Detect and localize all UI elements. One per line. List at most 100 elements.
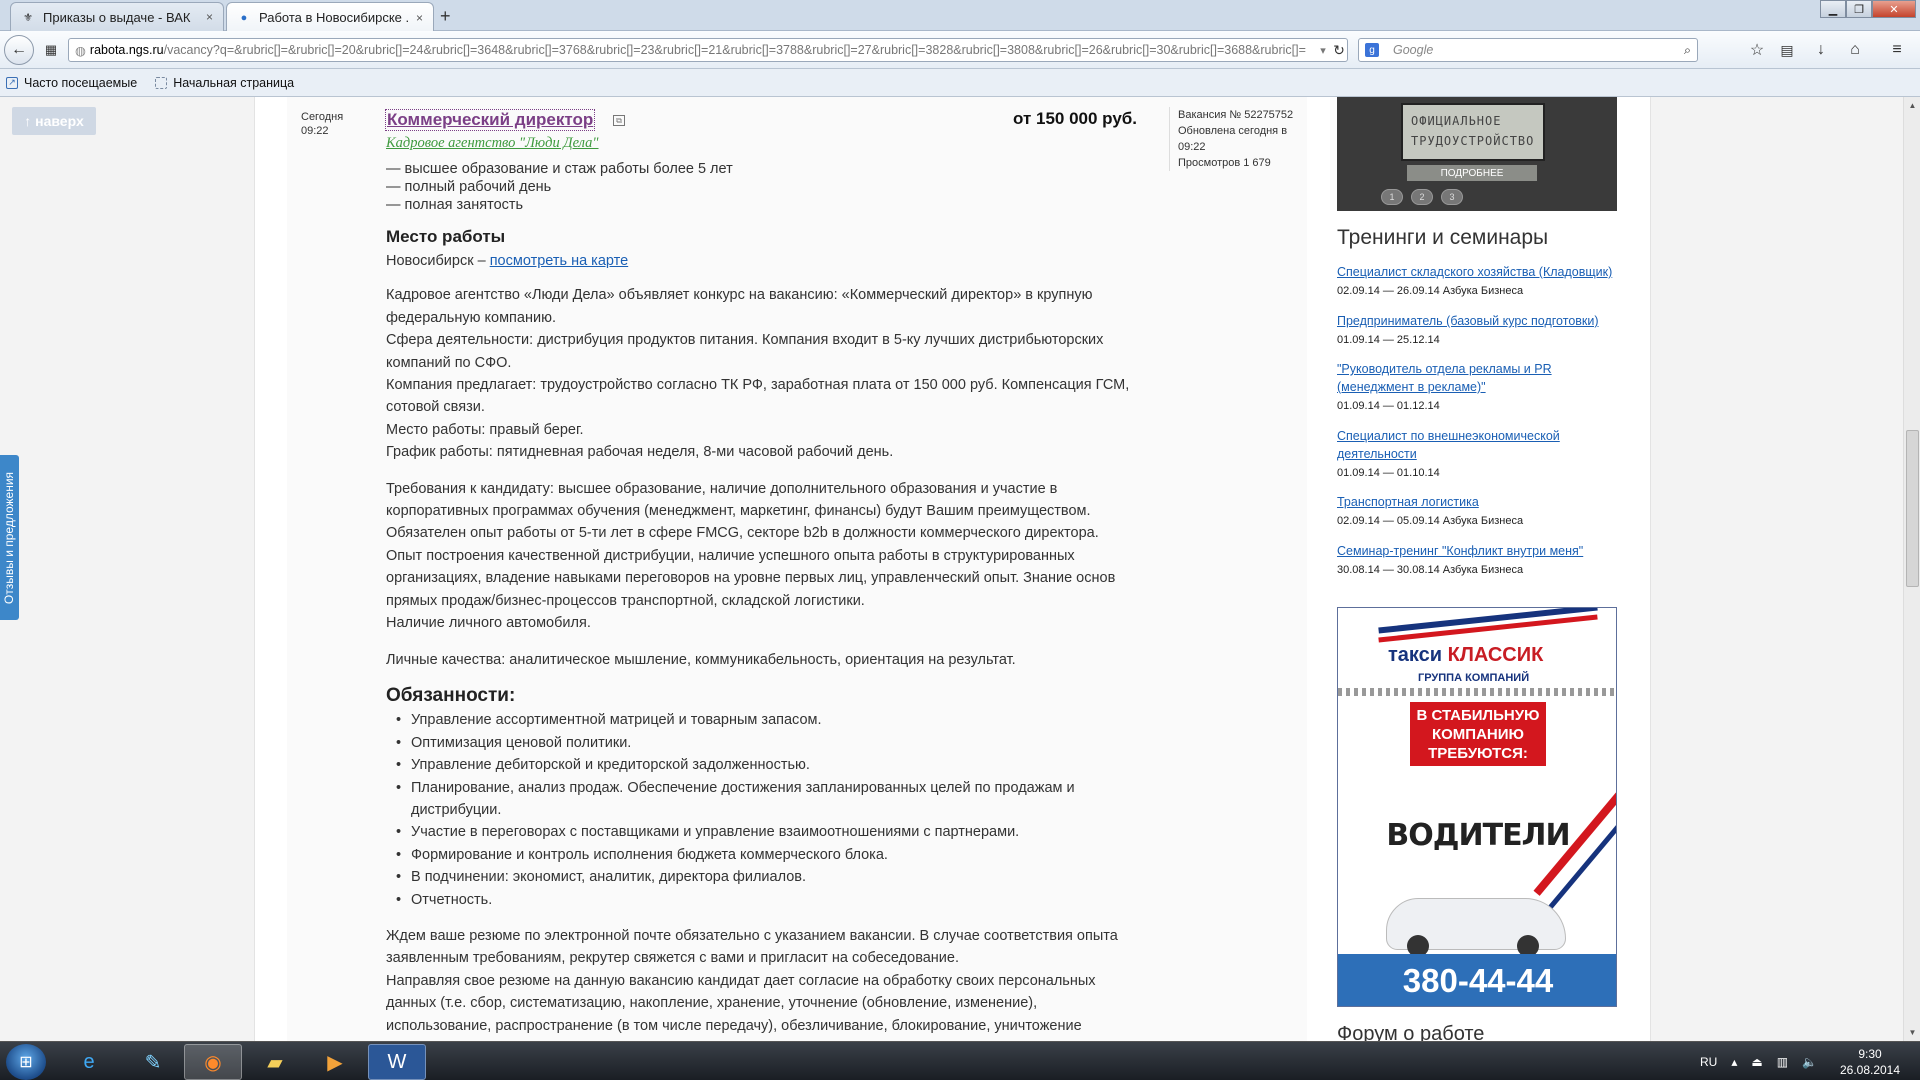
bookmark-star-icon[interactable]: ☆	[1744, 37, 1770, 63]
requirement-item: — высшее образование и стаж работы более…	[386, 161, 733, 177]
search-icon[interactable]: ⌕	[1684, 43, 1691, 58]
checker-strip	[1338, 688, 1616, 696]
banner-more-button[interactable]: ПОДРОБНЕЕ	[1407, 165, 1537, 181]
google-icon: g	[1365, 43, 1379, 57]
workplace-heading: Место работы	[386, 227, 506, 246]
vacancy-description: — высшее образование и стаж работы более…	[386, 160, 1146, 1037]
internet-explorer-icon[interactable]: e	[60, 1044, 118, 1080]
clock[interactable]: 9:30 26.08.2014	[1835, 1046, 1905, 1078]
history-icon[interactable]: ▦	[38, 37, 64, 63]
list-item: Планирование, анализ продаж. Обеспечение…	[396, 777, 1146, 822]
emblem-icon: ⚜	[23, 11, 33, 24]
requirement-item: — полная занятость	[386, 197, 524, 213]
vacancy-title[interactable]: Коммерческий директор	[385, 109, 596, 131]
scroll-up-icon[interactable]: ▲	[1904, 97, 1920, 114]
tab-bar: ⚜ Приказы о выдаче - ВАК × ● Работа в Но…	[0, 0, 1920, 32]
training-link[interactable]: Специалист складского хозяйства (Кладовщ…	[1337, 263, 1617, 281]
right-sidebar: ОФИЦИАЛЬНОЕ ТРУДОУСТРОЙСТВО ПОДРОБНЕЕ 1 …	[1337, 97, 1617, 1041]
requirements-line: Требования к кандидату: высшее образован…	[386, 480, 1091, 520]
language-indicator[interactable]: RU	[1700, 1055, 1717, 1069]
agency-link[interactable]: Кадровое агентство "Люди Дела"	[386, 135, 599, 152]
list-item: Формирование и контроль исполнения бюдже…	[396, 844, 1146, 867]
scrollbar-thumb[interactable]	[1906, 430, 1919, 587]
taxi-red-box: В СТАБИЛЬНУЮ КОМПАНИЮ ТРЕБУЮТСЯ:	[1410, 702, 1546, 766]
feedback-tab[interactable]: Отзывы и предложения	[0, 455, 19, 620]
open-new-window-icon[interactable]: ⧉	[613, 115, 625, 126]
tab-rabota[interactable]: ● Работа в Новосибирске ... ×	[226, 2, 434, 32]
start-button[interactable]: ⊞	[6, 1044, 46, 1080]
address-bar[interactable]: ◍ rabota.ngs.ru /vacancy?q=&rubric[]=&ru…	[68, 38, 1348, 62]
training-link[interactable]: Семинар-тренинг "Конфликт внутри меня"	[1337, 542, 1617, 560]
close-window-button[interactable]: ✕	[1872, 0, 1916, 18]
training-link[interactable]: Транспортная логистика	[1337, 493, 1617, 511]
new-tab-button[interactable]: +	[440, 6, 451, 27]
back-button[interactable]: ←	[4, 35, 34, 65]
folder-icon[interactable]: ▰	[246, 1044, 304, 1080]
network-icon[interactable]: ▥	[1777, 1055, 1788, 1069]
publish-time: 09:22	[301, 125, 329, 137]
vacancy-number: Вакансия № 52275752	[1178, 109, 1294, 121]
reload-icon[interactable]: ↻	[1326, 37, 1352, 63]
close-icon[interactable]: ×	[206, 10, 213, 24]
training-item: Транспортная логистика 02.09.14 — 05.09.…	[1337, 493, 1617, 530]
media-player-icon[interactable]: ▶	[306, 1044, 364, 1080]
taskbar: ⊞ e ✎ ◉ ▰ ▶ W RU ▴ ⏏ ▥ 🔈 9:30 26.08.2014	[0, 1041, 1920, 1080]
firefox-icon[interactable]: ◉	[184, 1044, 242, 1080]
scroll-down-icon[interactable]: ▼	[1904, 1024, 1920, 1041]
banner-text: ТРУДОУСТРОЙСТВО	[1411, 134, 1535, 148]
tab-title: Работа в Новосибирске ...	[259, 10, 408, 25]
volume-icon[interactable]: 🔈	[1802, 1055, 1817, 1069]
intro-line: Компания предлагает: трудоустройство сог…	[386, 377, 1130, 416]
scroll-to-top-button[interactable]: ↑ наверх	[12, 107, 96, 135]
intro-block: Кадровое агентство «Люди Дела» объявляет…	[386, 284, 1146, 463]
browser-window: ⚜ Приказы о выдаче - ВАК × ● Работа в Но…	[0, 0, 1920, 1080]
intro-line: Место работы: правый берег.	[386, 421, 584, 438]
bookmarks-list-icon[interactable]: ▤	[1774, 37, 1800, 63]
car-icon	[1386, 898, 1566, 957]
ngs-icon: ●	[240, 11, 248, 24]
training-link[interactable]: "Руководитель отдела рекламы и PR (менед…	[1337, 360, 1567, 396]
intro-line: Сфера деятельности: дистрибуция продукто…	[386, 332, 1104, 371]
taxi-group: ГРУППА КОМПАНИЙ	[1418, 672, 1530, 684]
training-item: Специалист складского хозяйства (Кладовщ…	[1337, 263, 1617, 300]
home-icon[interactable]: ⌂	[1842, 37, 1868, 63]
map-link[interactable]: посмотреть на карте	[490, 253, 629, 269]
tray-arrow-icon[interactable]: ▴	[1731, 1055, 1737, 1069]
usb-icon[interactable]: ⏏	[1751, 1055, 1762, 1069]
training-date: 01.09.14 — 01.12.14	[1337, 400, 1440, 412]
training-link[interactable]: Специалист по внешнеэкономической деятел…	[1337, 427, 1577, 463]
training-date: 02.09.14 — 05.09.14 Азбука Бизнеса	[1337, 515, 1524, 527]
list-item: Участие в переговорах с поставщиками и у…	[396, 821, 1146, 844]
training-item: Семинар-тренинг "Конфликт внутри меня" 3…	[1337, 542, 1617, 579]
bookmark-start-page[interactable]: Начальная страница	[155, 76, 294, 90]
training-link[interactable]: Предприниматель (базовый курс подготовки…	[1337, 312, 1617, 330]
feedback-label: Отзывы и предложения	[2, 471, 17, 604]
vacancy-updated: Обновлена сегодня в 09:22	[1178, 125, 1288, 153]
trainings-heading: Тренинги и семинары	[1337, 226, 1549, 249]
tab-title: Приказы о выдаче - ВАК	[43, 9, 191, 25]
close-icon[interactable]: ×	[416, 11, 423, 25]
navigation-bar: ← ▦ ◍ rabota.ngs.ru /vacancy?q=&rubric[]…	[0, 31, 1920, 69]
word-icon[interactable]: W	[368, 1044, 426, 1080]
download-icon[interactable]: ↓	[1808, 37, 1834, 63]
ad-banner-taxi[interactable]: такси КЛАССИК ГРУППА КОМПАНИЙ В СТАБИЛЬН…	[1337, 607, 1617, 1007]
search-bar[interactable]: g Google ⌕	[1358, 38, 1698, 62]
list-item: Управление дебиторской и кредиторской за…	[396, 754, 1146, 777]
vertical-scrollbar[interactable]: ▲ ▼	[1903, 97, 1920, 1041]
minimize-button[interactable]: ▁	[1820, 0, 1846, 18]
ad-banner-employment[interactable]: ОФИЦИАЛЬНОЕ ТРУДОУСТРОЙСТВО ПОДРОБНЕЕ 1 …	[1337, 97, 1617, 211]
tool-icon[interactable]: ✎	[124, 1044, 182, 1080]
banner-key: 3	[1441, 189, 1463, 205]
forum-heading: Форум о работе	[1337, 1023, 1485, 1041]
closing-line: Направляя свое резюме на данную вакансию…	[386, 972, 1096, 1034]
maximize-button[interactable]: ❐	[1846, 0, 1872, 18]
tab-vak[interactable]: ⚜ Приказы о выдаче - ВАК ×	[10, 2, 224, 31]
taxi-phone: 380-44-44	[1338, 954, 1616, 1006]
menu-icon[interactable]: ≡	[1884, 37, 1910, 63]
training-date: 01.09.14 — 01.10.14	[1337, 467, 1440, 479]
bookmark-most-visited[interactable]: ↗ Часто посещаемые	[6, 76, 137, 90]
list-item: В подчинении: экономист, аналитик, дирек…	[396, 866, 1146, 889]
banner-text: ОФИЦИАЛЬНОЕ	[1411, 114, 1502, 128]
requirements-line: Наличие личного автомобиля.	[386, 615, 591, 632]
page-viewport: ↑ наверх Отзывы и предложения Сегодня 09…	[0, 97, 1903, 1041]
